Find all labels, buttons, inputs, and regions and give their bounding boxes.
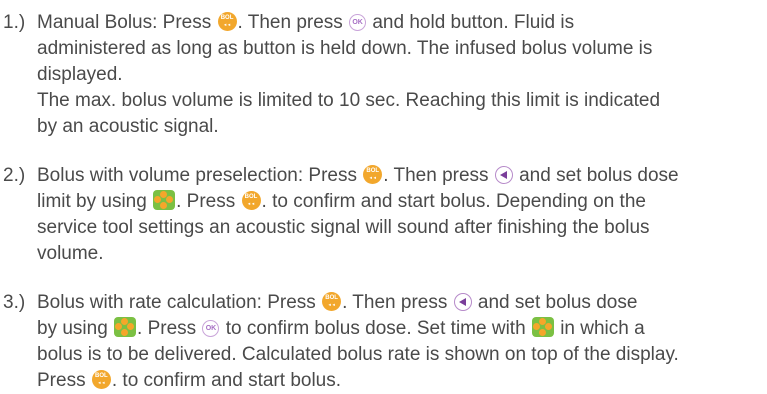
text-segment: volume.	[37, 243, 104, 264]
text-segment: to confirm bolus dose. Set time with	[220, 318, 531, 339]
item-number: 3.)	[3, 292, 26, 313]
text-segment: The max. bolus volume is limited to 10 s…	[37, 90, 661, 111]
text-segment: Bolus with rate calculation: Press	[37, 292, 322, 313]
item-number: 2.)	[3, 165, 26, 186]
text-segment: in which a	[554, 318, 645, 339]
text-segment: . Press	[137, 318, 202, 339]
bol-button-icon	[322, 292, 342, 311]
text-line: limit by using . Press . to confirm and …	[37, 189, 759, 215]
text-line: The max. bolus volume is limited to 10 s…	[37, 88, 759, 114]
left-arrow-button-icon	[494, 166, 513, 184]
text-segment: . Then press	[342, 292, 453, 313]
ok-button-icon	[202, 320, 220, 337]
arrow-keys-icon	[114, 317, 137, 337]
bol-button-icon	[217, 12, 237, 31]
item-number: 1.)	[3, 12, 26, 33]
item-text: Bolus with rate calculation: Press . The…	[37, 290, 759, 394]
item-text: Bolus with volume preselection: Press . …	[37, 163, 759, 267]
text-segment: administered as long as button is held d…	[37, 38, 653, 59]
text-segment: by an acoustic signal.	[37, 116, 219, 137]
text-line: displayed.	[37, 62, 759, 88]
text-line: bolus is to be delivered. Calculated bol…	[37, 342, 759, 368]
text-line: Bolus with volume preselection: Press . …	[37, 163, 759, 189]
text-segment: limit by using	[37, 191, 153, 212]
text-line: Manual Bolus: Press . Then press and hol…	[37, 10, 759, 36]
arrow-keys-icon	[153, 190, 176, 210]
text-line: Bolus with rate calculation: Press . The…	[37, 290, 759, 316]
bol-button-icon	[363, 165, 383, 184]
left-arrow-button-icon	[453, 293, 472, 311]
bol-button-icon	[241, 191, 261, 210]
text-segment: by using	[37, 318, 114, 339]
instruction-item-2: 2.) Bolus with volume preselection: Press…	[0, 163, 759, 267]
text-segment: . to confirm and start bolus. Depending …	[261, 191, 646, 212]
instruction-item-1: 1.) Manual Bolus: Press . Then press and …	[0, 10, 759, 140]
text-line: service tool settings an acoustic signal…	[37, 215, 759, 241]
text-segment: Bolus with volume preselection: Press	[37, 165, 363, 186]
text-segment: and set bolus dose	[472, 292, 638, 313]
text-line: administered as long as button is held d…	[37, 36, 759, 62]
text-segment: bolus is to be delivered. Calculated bol…	[37, 344, 679, 365]
text-segment: . Then press	[383, 165, 494, 186]
text-segment: Manual Bolus: Press	[37, 12, 217, 33]
text-line: Press . to confirm and start bolus.	[37, 368, 759, 394]
text-segment: . Press	[176, 191, 241, 212]
text-segment: displayed.	[37, 64, 123, 85]
text-line: by an acoustic signal.	[37, 114, 759, 140]
bol-button-icon	[91, 370, 111, 389]
arrow-keys-icon	[531, 317, 554, 337]
text-segment: . Then press	[237, 12, 349, 33]
ok-button-icon	[349, 14, 367, 31]
item-text: Manual Bolus: Press . Then press and hol…	[37, 10, 759, 140]
text-segment: and set bolus dose	[513, 165, 679, 186]
text-line: volume.	[37, 241, 759, 267]
text-segment: . to confirm and start bolus.	[111, 370, 342, 391]
text-segment: service tool settings an acoustic signal…	[37, 217, 650, 238]
instruction-item-3: 3.) Bolus with rate calculation: Press . …	[0, 290, 759, 394]
text-line: by using . Press to confirm bolus dose. …	[37, 316, 759, 342]
text-segment: and hold button. Fluid is	[367, 12, 575, 33]
text-segment: Press	[37, 370, 91, 391]
